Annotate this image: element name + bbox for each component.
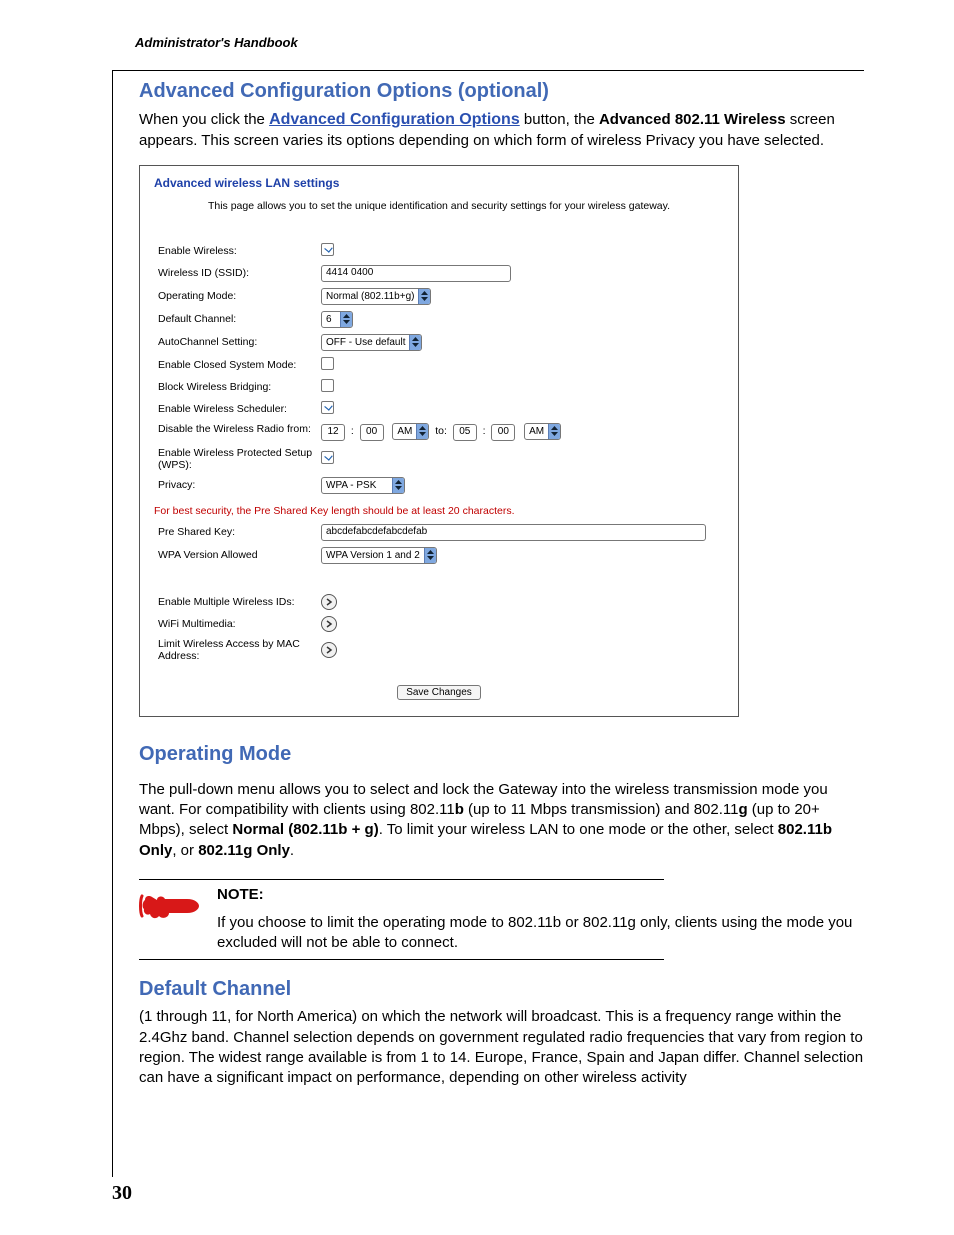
panel-description: This page allows you to set the unique i…	[154, 200, 724, 212]
input-to-min[interactable]: 00	[491, 424, 515, 441]
updown-icon	[392, 478, 404, 493]
note-text: If you choose to limit the operating mod…	[217, 913, 864, 954]
text: . To limit your wireless LAN to one mode…	[379, 821, 778, 838]
label-default-channel: Default Channel:	[154, 308, 317, 331]
text: (up to 11 Mbps transmission) and 802.11	[464, 801, 739, 818]
psk-warning: For best security, the Pre Shared Key le…	[154, 505, 724, 517]
select-value: OFF - Use default	[322, 337, 409, 348]
label-mac-limit: Limit Wireless Access by MAC Address:	[154, 635, 317, 665]
header-rule	[112, 70, 864, 71]
updown-icon	[418, 289, 430, 304]
expand-multi-ids-button[interactable]	[321, 594, 337, 610]
text-bold: b	[455, 801, 464, 818]
pointing-hand-icon	[139, 886, 201, 954]
note-rule-top	[139, 879, 664, 880]
updown-icon	[424, 548, 436, 563]
note-rule-bottom	[139, 959, 664, 960]
label-disable-radio: Disable the Wireless Radio from:	[154, 420, 317, 444]
text-bold: 802.11g Only	[198, 842, 290, 859]
text-bold: g	[738, 801, 747, 818]
label-autochannel: AutoChannel Setting:	[154, 331, 317, 354]
label-psk: Pre Shared Key:	[154, 521, 317, 544]
updown-icon	[409, 335, 421, 350]
select-value: Normal (802.11b+g)	[322, 291, 418, 302]
running-header: Administrator's Handbook	[135, 35, 894, 50]
select-autochannel[interactable]: OFF - Use default	[321, 334, 422, 351]
label-multi-ids: Enable Multiple Wireless IDs:	[154, 591, 317, 613]
label-enable-scheduler: Enable Wireless Scheduler:	[154, 398, 317, 420]
expand-mac-limit-button[interactable]	[321, 642, 337, 658]
checkbox-closed-system[interactable]	[321, 357, 334, 370]
label-privacy: Privacy:	[154, 474, 317, 497]
operating-mode-text: The pull-down menu allows you to select …	[139, 780, 864, 861]
label-op-mode: Operating Mode:	[154, 285, 317, 308]
colon: :	[480, 425, 489, 437]
expand-wifi-mm-button[interactable]	[321, 616, 337, 632]
select-value: WPA - PSK	[322, 480, 392, 491]
label-wpa-version: WPA Version Allowed	[154, 544, 317, 567]
select-value: AM	[525, 426, 548, 437]
heading-default-channel: Default Channel	[139, 978, 864, 1001]
select-default-channel[interactable]: 6	[321, 311, 353, 328]
text: When you click the	[139, 111, 269, 128]
checkbox-wps[interactable]	[321, 451, 334, 464]
updown-icon	[548, 424, 560, 439]
text-bold: Normal (802.11b + g)	[232, 821, 378, 838]
updown-icon	[340, 312, 352, 327]
heading-operating-mode: Operating Mode	[139, 743, 864, 766]
label-block-bridging: Block Wireless Bridging:	[154, 376, 317, 398]
input-psk[interactable]: abcdefabcdefabcdefab	[321, 524, 706, 541]
advanced-config-intro: When you click the Advanced Configuratio…	[139, 109, 864, 151]
checkbox-block-bridging[interactable]	[321, 379, 334, 392]
note-label: NOTE:	[217, 886, 864, 903]
default-channel-text: (1 through 11, for North America) on whi…	[139, 1007, 864, 1088]
text-bold: Advanced 802.11 Wireless	[599, 111, 786, 128]
page-number: 30	[112, 1182, 132, 1205]
to-label: to:	[432, 425, 450, 437]
panel-title: Advanced wireless LAN settings	[154, 176, 724, 190]
wireless-settings-panel: Advanced wireless LAN settings This page…	[139, 165, 739, 717]
heading-advanced-config: Advanced Configuration Options (optional…	[139, 80, 864, 103]
select-op-mode[interactable]: Normal (802.11b+g)	[321, 288, 431, 305]
label-wps: Enable Wireless Protected Setup (WPS):	[154, 444, 317, 474]
text: button, the	[524, 111, 599, 128]
checkbox-enable-scheduler[interactable]	[321, 401, 334, 414]
advanced-config-link[interactable]: Advanced Configuration Options	[269, 111, 520, 128]
margin-rule	[112, 70, 113, 1177]
input-to-hour[interactable]: 05	[453, 424, 477, 441]
select-wpa-version[interactable]: WPA Version 1 and 2	[321, 547, 437, 564]
input-from-hour[interactable]: 12	[321, 424, 345, 441]
input-from-min[interactable]: 00	[360, 424, 384, 441]
checkbox-enable-wireless[interactable]	[321, 243, 334, 256]
select-value: WPA Version 1 and 2	[322, 550, 424, 561]
label-wifi-multimedia: WiFi Multimedia:	[154, 613, 317, 635]
select-value: AM	[393, 426, 416, 437]
select-privacy[interactable]: WPA - PSK	[321, 477, 405, 494]
select-from-ampm[interactable]: AM	[392, 423, 429, 440]
select-to-ampm[interactable]: AM	[524, 423, 561, 440]
updown-icon	[416, 424, 428, 439]
text: , or	[172, 842, 198, 859]
input-ssid[interactable]: 4414 0400	[321, 265, 511, 282]
text: .	[290, 842, 294, 859]
save-changes-button[interactable]: Save Changes	[397, 685, 481, 700]
select-value: 6	[322, 314, 340, 325]
label-ssid: Wireless ID (SSID):	[154, 262, 317, 285]
label-closed-system: Enable Closed System Mode:	[154, 354, 317, 376]
colon: :	[348, 425, 357, 437]
label-enable-wireless: Enable Wireless:	[154, 240, 317, 262]
